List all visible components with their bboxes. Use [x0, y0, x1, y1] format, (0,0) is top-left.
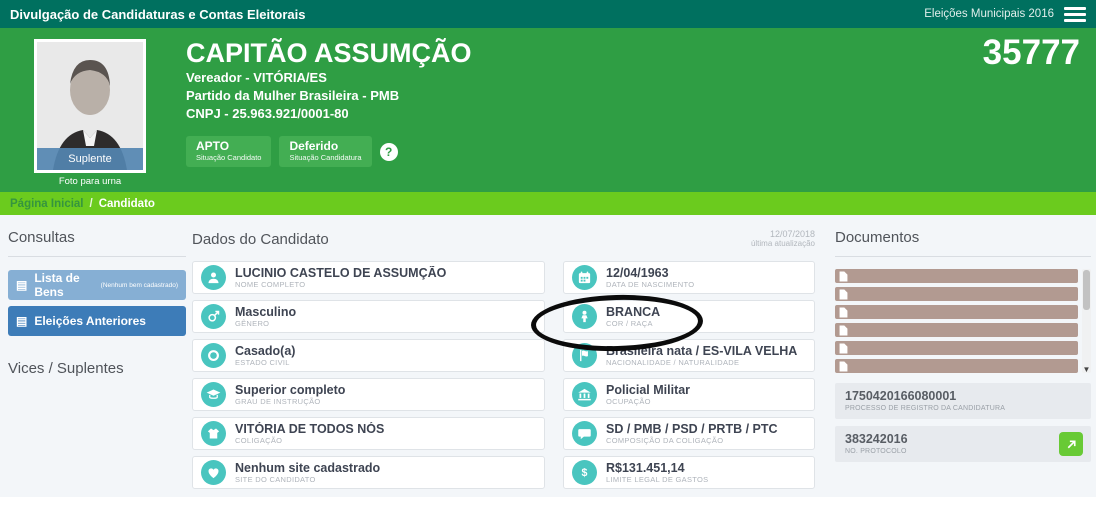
document-item[interactable] — [835, 269, 1078, 283]
person-icon — [572, 304, 597, 329]
heart-icon — [201, 460, 226, 485]
app-title: Divulgação de Candidaturas e Contas Elei… — [10, 7, 305, 22]
document-icon — [839, 361, 848, 372]
protocol-row: 383242016 NO. PROTOCOLO — [835, 426, 1091, 462]
card-composicao-coligacao: SD / PMB / PSD / PRTB / PTCCOMPOSIÇÃO DA… — [563, 417, 815, 450]
dollar-icon: $ — [572, 460, 597, 485]
scroll-down-icon[interactable]: ▼ — [1082, 366, 1091, 374]
top-bar: Divulgação de Candidaturas e Contas Elei… — [0, 0, 1096, 28]
user-icon — [201, 265, 226, 290]
calendar-icon — [572, 265, 597, 290]
document-icon — [839, 307, 848, 318]
card-ocupacao: Policial MilitarOCUPAÇÃO — [563, 378, 815, 411]
sidebar-secondary-title: Vices / Suplentes — [8, 360, 186, 377]
scrollbar-thumb[interactable] — [1083, 270, 1090, 310]
gender-icon — [201, 304, 226, 329]
breadcrumb-separator: / — [90, 198, 93, 210]
protocol-number: 383242016 — [845, 432, 1081, 447]
card-nome-completo: LUCINIO CASTELO DE ASSUMÇÃONOME COMPLETO — [192, 261, 545, 294]
photo-note: Foto para urna — [34, 176, 146, 187]
document-item[interactable] — [835, 341, 1078, 355]
candidate-header: Suplente Foto para urna CAPITÃO ASSUMÇÃO… — [0, 28, 1096, 192]
candidate-office: Vereador - VITÓRIA/ES — [186, 69, 472, 87]
card-estado-civil: Casado(a)ESTADO CIVIL — [192, 339, 545, 372]
flag-icon — [572, 343, 597, 368]
graduation-cap-icon — [201, 382, 226, 407]
candidate-cnpj: CNPJ - 25.963.921/0001-80 — [186, 105, 472, 123]
menu-icon[interactable] — [1064, 7, 1086, 22]
candidate-photo-block: Suplente Foto para urna — [34, 39, 146, 187]
card-coligacao: VITÓRIA DE TODOS NÓSCOLIGAÇÃO — [192, 417, 545, 450]
sidebar-item-label: Lista de Bens — [34, 271, 100, 299]
breadcrumb-home-link[interactable]: Página Inicial — [10, 198, 84, 210]
candidacy-status-badge: Deferido Situação Candidatura — [279, 136, 371, 167]
table-icon: ▤ — [16, 315, 27, 327]
document-item[interactable] — [835, 323, 1078, 337]
panel-title: Dados do Candidato — [192, 231, 329, 248]
card-nacionalidade: Brasileira nata / ES-VILA VELHANACIONALI… — [563, 339, 815, 372]
documents-panel: Documentos ▼ 1750420166080001 PROCESSO D… — [835, 229, 1091, 469]
table-icon: ▤ — [16, 279, 27, 291]
candidate-name: CAPITÃO ASSUMÇÃO — [186, 37, 472, 69]
content-area: Consultas ▤ Lista de Bens (Nenhum bem ca… — [0, 215, 1096, 497]
ballot-number: 35777 — [983, 33, 1080, 73]
card-grau-de-instrucao: Superior completoGRAU DE INSTRUÇÃO — [192, 378, 545, 411]
document-item[interactable] — [835, 305, 1078, 319]
speech-bubble-icon — [572, 421, 597, 446]
sidebar-item-lista-de-bens[interactable]: ▤ Lista de Bens (Nenhum bem cadastrado) — [8, 270, 186, 300]
help-icon[interactable]: ? — [380, 143, 398, 161]
document-icon — [839, 289, 848, 300]
breadcrumb: Página Inicial / Candidato — [0, 192, 1096, 215]
documents-list: ▼ — [835, 269, 1091, 373]
card-genero: MasculinoGÊNERO — [192, 300, 545, 333]
document-icon — [839, 325, 848, 336]
document-icon — [839, 271, 848, 282]
card-data-de-nascimento: 12/04/1963DATA DE NASCIMENTO — [563, 261, 815, 294]
card-limite-gastos: $ R$131.451,14LIMITE LEGAL DE GASTOS — [563, 456, 815, 489]
document-icon — [839, 343, 848, 354]
documents-title: Documentos — [835, 229, 1091, 246]
sidebar-item-note: (Nenhum bem cadastrado) — [101, 282, 178, 289]
sidebar: Consultas ▤ Lista de Bens (Nenhum bem ca… — [8, 229, 186, 377]
last-update: 12/07/2018 última atualização — [751, 229, 815, 248]
documents-scrollbar[interactable]: ▼ — [1082, 269, 1091, 373]
candidate-party: Partido da Mulher Brasileira - PMB — [186, 87, 472, 105]
document-item[interactable] — [835, 359, 1078, 373]
document-item[interactable] — [835, 287, 1078, 301]
sidebar-item-label: Eleições Anteriores — [34, 314, 146, 328]
process-number: 1750420166080001 — [845, 389, 1081, 404]
candidate-data-panel: Dados do Candidato 12/07/2018 última atu… — [192, 229, 815, 495]
sidebar-title: Consultas — [8, 229, 186, 246]
ring-icon — [201, 343, 226, 368]
breadcrumb-current: Candidato — [99, 198, 155, 210]
sidebar-item-eleicoes-anteriores[interactable]: ▤ Eleições Anteriores — [8, 306, 186, 336]
card-site-do-candidato: Nenhum site cadastradoSITE DO CANDIDATO — [192, 456, 545, 489]
card-cor-raca: BRANCACOR / RAÇA — [563, 300, 815, 333]
svg-text:$: $ — [582, 467, 588, 479]
bank-icon — [572, 382, 597, 407]
process-row: 1750420166080001 PROCESSO DE REGISTRO DA… — [835, 383, 1091, 419]
elections-label: Eleições Municipais 2016 — [924, 8, 1054, 20]
shirt-icon — [201, 421, 226, 446]
candidate-status-badge: APTO Situação Candidato — [186, 136, 271, 167]
external-link-icon[interactable] — [1059, 432, 1083, 456]
candidate-photo: Suplente — [34, 39, 146, 173]
photo-band: Suplente — [37, 148, 143, 170]
